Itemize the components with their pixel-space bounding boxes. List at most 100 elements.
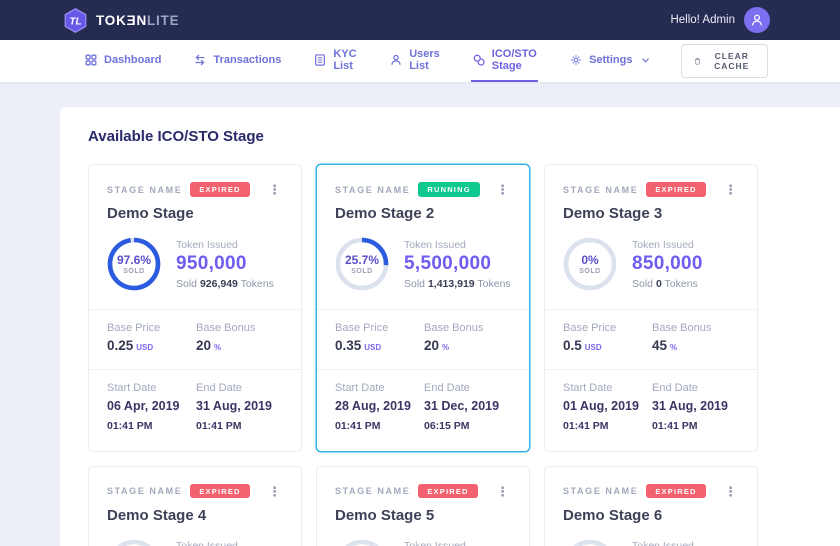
- start-date-label: Start Date: [563, 382, 644, 394]
- token-issued-label: Token Issued: [404, 239, 511, 251]
- start-date-value: 28 Aug, 2019 01:41 PM: [335, 397, 416, 435]
- kebab-menu-icon[interactable]: ⋮: [492, 483, 513, 500]
- token-issued-label: Token Issued: [404, 540, 475, 546]
- percent-unit: %: [214, 343, 221, 352]
- page-title: Available ICO/STO Stage: [88, 128, 840, 145]
- kebab-menu-icon[interactable]: ⋮: [264, 181, 285, 198]
- sold-tokens-line: Sold 1,413,919 Tokens: [404, 278, 511, 290]
- nav-item-ico-sto-stage[interactable]: ICO/STO Stage: [471, 40, 538, 82]
- token-issued-value: 850,000: [632, 253, 703, 275]
- end-date-label: End Date: [652, 382, 733, 394]
- start-date-value: 06 Apr, 2019 01:41 PM: [107, 397, 188, 435]
- top-header: TL TOKƎNLITE Hello! Admin: [0, 0, 840, 40]
- base-price-value: 0.25USD: [107, 337, 196, 355]
- svg-text:TL: TL: [69, 16, 81, 27]
- status-badge: EXPIRED: [190, 182, 249, 197]
- stage-name-label: STAGE NAME: [335, 486, 410, 496]
- sold-percent: 25.7%: [345, 253, 379, 267]
- status-badge: RUNNING: [418, 182, 479, 197]
- main-content: Available ICO/STO Stage STAGE NAME EXPIR…: [0, 107, 840, 546]
- tokenlite-logo-icon: TL: [62, 7, 89, 34]
- nav-label: Settings: [589, 54, 632, 66]
- nav-item-settings[interactable]: Settings: [568, 40, 651, 82]
- person-icon: [749, 12, 765, 28]
- kebab-menu-icon[interactable]: ⋮: [720, 181, 741, 198]
- sold-progress-ring: 0% SOLD: [563, 539, 617, 546]
- kebab-menu-icon[interactable]: ⋮: [720, 483, 741, 500]
- user-avatar[interactable]: [744, 7, 770, 33]
- stage-title: Demo Stage 4: [107, 507, 285, 524]
- nav-label: Users List: [409, 48, 440, 72]
- percent-unit: %: [670, 343, 677, 352]
- token-issued-value: 5,500,000: [404, 253, 511, 275]
- sold-progress-ring: 25.7% SOLD: [335, 237, 389, 291]
- base-bonus-value: 20%: [424, 337, 513, 355]
- base-price-value: 0.35USD: [335, 337, 424, 355]
- nav-label: Transactions: [213, 54, 281, 66]
- token-issued-label: Token Issued: [632, 239, 703, 251]
- nav-label: ICO/STO Stage: [492, 48, 537, 72]
- start-date-label: Start Date: [335, 382, 416, 394]
- stage-card: STAGE NAME EXPIRED ⋮ Demo Stage 3 0% SOL…: [544, 164, 758, 452]
- end-date-value: 31 Aug, 2019 01:41 PM: [196, 397, 277, 435]
- coins-icon: [472, 53, 486, 67]
- user-icon: [389, 53, 403, 67]
- base-bonus-label: Base Bonus: [196, 322, 285, 334]
- end-date-value: 31 Dec, 2019 06:15 PM: [424, 397, 505, 435]
- nav-item-dashboard[interactable]: Dashboard: [83, 40, 162, 82]
- stage-name-label: STAGE NAME: [335, 185, 410, 195]
- stage-card: STAGE NAME EXPIRED ⋮ Demo Stage 6 0% SOL…: [544, 466, 758, 546]
- base-price-label: Base Price: [563, 322, 652, 334]
- sold-caption: SOLD: [579, 268, 600, 275]
- nav-item-users-list[interactable]: Users List: [388, 40, 441, 82]
- nav-item-transactions[interactable]: Transactions: [192, 40, 282, 82]
- percent-unit: %: [442, 343, 449, 352]
- base-price-label: Base Price: [107, 322, 196, 334]
- status-badge: EXPIRED: [190, 484, 249, 499]
- start-date-value: 01 Aug, 2019 01:41 PM: [563, 397, 644, 435]
- nav-label: Dashboard: [104, 54, 161, 66]
- sold-caption: SOLD: [123, 268, 144, 275]
- base-bonus-value: 45%: [652, 337, 741, 355]
- trash-icon: [694, 55, 701, 67]
- kebab-menu-icon[interactable]: ⋮: [492, 181, 513, 198]
- status-badge: EXPIRED: [646, 484, 705, 499]
- stage-name-label: STAGE NAME: [563, 486, 638, 496]
- stage-name-label: STAGE NAME: [563, 185, 638, 195]
- sold-progress-ring: 0% SOLD: [107, 539, 161, 546]
- token-issued-label: Token Issued: [176, 239, 274, 251]
- transfer-arrows-icon: [193, 53, 207, 67]
- stage-name-label: STAGE NAME: [107, 185, 182, 195]
- stage-card: STAGE NAME EXPIRED ⋮ Demo Stage 5 0% SOL…: [316, 466, 530, 546]
- base-price-label: Base Price: [335, 322, 424, 334]
- brand-logo[interactable]: TL TOKƎNLITE: [62, 7, 179, 34]
- status-badge: EXPIRED: [646, 182, 705, 197]
- content-panel: Available ICO/STO Stage STAGE NAME EXPIR…: [60, 107, 840, 546]
- clear-cache-button[interactable]: CLEAR CACHE: [681, 44, 768, 78]
- stage-card: STAGE NAME EXPIRED ⋮ Demo Stage 97.6% SO…: [88, 164, 302, 452]
- status-badge: EXPIRED: [418, 484, 477, 499]
- token-issued-label: Token Issued: [632, 540, 703, 546]
- start-date-label: Start Date: [107, 382, 188, 394]
- stage-title: Demo Stage 2: [335, 205, 513, 222]
- sold-tokens-value: 1,413,919: [428, 278, 475, 290]
- sold-percent: 0%: [581, 253, 598, 267]
- kebab-menu-icon[interactable]: ⋮: [264, 483, 285, 500]
- nav-item-kyc-list[interactable]: KYC List: [312, 40, 358, 82]
- base-bonus-label: Base Bonus: [652, 322, 741, 334]
- sold-percent: 97.6%: [117, 253, 151, 267]
- cards-grid: STAGE NAME EXPIRED ⋮ Demo Stage 97.6% SO…: [88, 164, 840, 546]
- gear-icon: [569, 53, 583, 67]
- sold-tokens-value: 0: [656, 278, 662, 290]
- end-date-label: End Date: [424, 382, 505, 394]
- base-bonus-label: Base Bonus: [424, 322, 513, 334]
- main-nav: Dashboard Transactions KYC List Users Li…: [0, 40, 840, 82]
- end-date-value: 31 Aug, 2019 01:41 PM: [652, 397, 733, 435]
- brand-wordmark: TOKƎNLITE: [96, 13, 179, 28]
- usd-unit: USD: [364, 343, 381, 352]
- sold-tokens-value: 926,949: [200, 278, 238, 290]
- usd-unit: USD: [585, 343, 602, 352]
- stage-card: STAGE NAME EXPIRED ⋮ Demo Stage 4 0% SOL…: [88, 466, 302, 546]
- sold-caption: SOLD: [351, 268, 372, 275]
- base-price-value: 0.5USD: [563, 337, 652, 355]
